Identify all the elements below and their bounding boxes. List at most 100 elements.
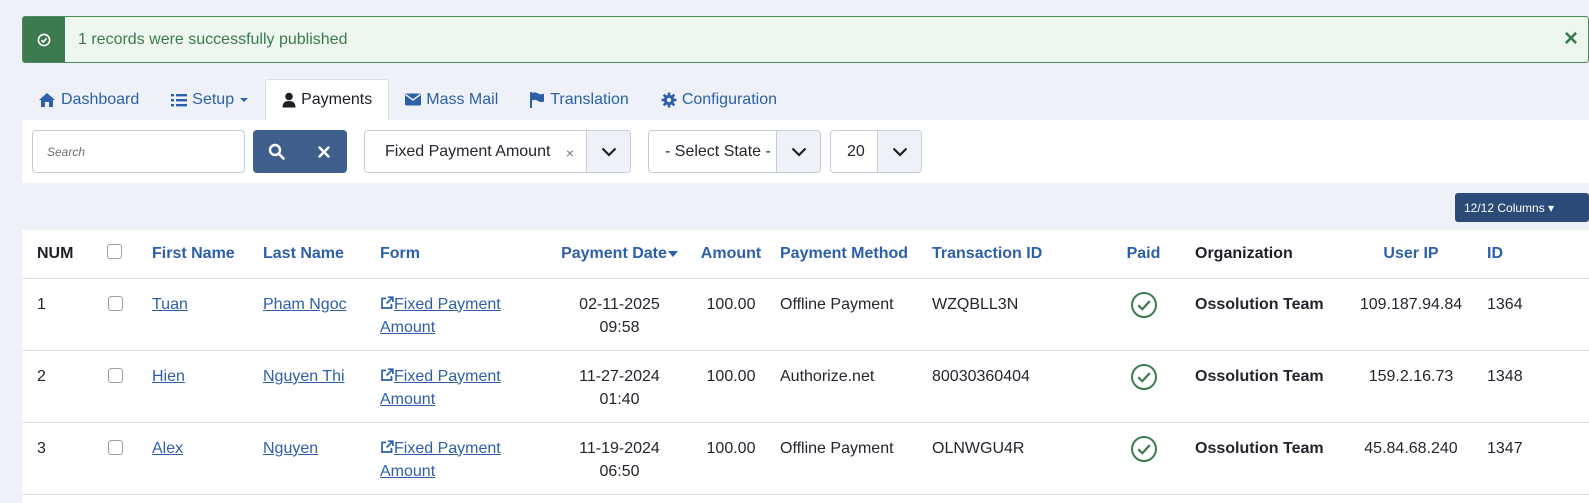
external-link-icon (381, 295, 394, 309)
form-link[interactable]: Fixed Payment Amount (380, 368, 501, 409)
envelope-icon (405, 93, 422, 106)
user-ip: 159.2.16.73 (1335, 350, 1487, 423)
first-name-link[interactable]: Tuan (152, 296, 188, 313)
first-name-link[interactable]: Alex (152, 440, 183, 457)
header-organization: Organization (1195, 230, 1335, 279)
header-user-ip[interactable]: User IP (1335, 230, 1487, 279)
payment-method: Authorize.net (780, 350, 932, 423)
payment-date: 11-27-2024 01:40 (557, 350, 682, 423)
table-header-row: NUM First Name Last Name Form Payment Da… (22, 230, 1589, 279)
transaction-id: 80030360404 (932, 350, 1092, 423)
chevron-down-icon (776, 131, 820, 172)
home-icon (39, 92, 55, 107)
filter-bar: Fixed Payment Amount × - Select State - … (22, 120, 1589, 183)
payment-date: 11-19-2024 06:50 (557, 422, 682, 495)
tab-translation[interactable]: Translation (514, 79, 645, 120)
organization: Ossolution Team (1195, 278, 1335, 351)
tab-payments[interactable]: Payments (265, 79, 390, 120)
transaction-id: OLNWGU4R (932, 422, 1092, 495)
amount: 100.00 (682, 350, 780, 423)
header-id[interactable]: ID (1487, 230, 1589, 279)
transaction-id: WZQBLL3N (932, 278, 1092, 351)
clear-search-button[interactable] (300, 130, 347, 173)
form-select[interactable]: Fixed Payment Amount × (364, 130, 631, 173)
check-circle-icon (1130, 291, 1157, 318)
close-icon (317, 145, 330, 158)
sort-desc-icon (667, 250, 678, 257)
payments-table: NUM First Name Last Name Form Payment Da… (22, 230, 1589, 503)
header-payment-method[interactable]: Payment Method (780, 230, 932, 279)
select-all-checkbox[interactable] (107, 243, 122, 259)
external-link-icon (381, 439, 394, 453)
header-num: NUM (37, 230, 104, 279)
record-id: 1348 (1487, 350, 1589, 423)
first-name-link[interactable]: Hien (152, 368, 185, 385)
alert-message: 1 records were successfully published (78, 30, 348, 48)
payment-method: Offline Payment (780, 422, 932, 495)
header-transaction-id[interactable]: Transaction ID (932, 230, 1092, 279)
form-link[interactable]: Fixed Payment Amount (380, 440, 501, 481)
row-checkbox[interactable] (108, 367, 123, 383)
state-select[interactable]: - Select State - (648, 130, 821, 173)
organization: Ossolution Team (1195, 350, 1335, 423)
form-link[interactable]: Fixed Payment Amount (380, 296, 501, 337)
check-circle-icon (23, 17, 65, 62)
check-circle-icon (1130, 363, 1157, 390)
row-checkbox[interactable] (108, 439, 123, 455)
search-button[interactable] (253, 130, 300, 173)
tab-setup[interactable]: Setup (155, 79, 265, 120)
nav-tabs: Dashboard Setup Payments Mass Mail Trans… (22, 79, 793, 120)
row-num: 3 (37, 422, 104, 495)
limit-select-value: 20 (847, 142, 865, 160)
table-row: 1 Tuan Pham Ngoc Fixed Payment Amount 02-… (22, 278, 1589, 351)
search-input[interactable] (32, 130, 245, 173)
user-icon (282, 92, 296, 108)
record-id: 1364 (1487, 278, 1589, 351)
organization: Ossolution Team (1195, 422, 1335, 495)
payment-method: Offline Payment (780, 278, 932, 351)
tab-label: Mass Mail (426, 90, 499, 108)
header-form[interactable]: Form (380, 230, 557, 279)
tab-label: Payments (301, 91, 373, 108)
last-name-link[interactable]: Nguyen Thi (263, 368, 345, 385)
state-select-value: - Select State - (665, 142, 771, 160)
tab-label: Translation (550, 90, 629, 108)
clear-form-filter-button[interactable]: × (566, 145, 574, 161)
paid-status[interactable] (1092, 422, 1195, 495)
header-last-name[interactable]: Last Name (263, 230, 380, 279)
tab-mass-mail[interactable]: Mass Mail (389, 79, 514, 120)
form-select-value: Fixed Payment Amount (385, 142, 551, 160)
record-id: 1347 (1487, 422, 1589, 495)
header-amount[interactable]: Amount (682, 230, 780, 279)
last-name-link[interactable]: Pham Ngoc (263, 296, 347, 313)
close-alert-button[interactable]: × (1564, 26, 1578, 52)
tab-label: Configuration (681, 90, 777, 108)
last-name-link[interactable]: Nguyen (263, 440, 318, 457)
table-row: 3 Alex Nguyen Fixed Payment Amount 11-19-… (22, 422, 1589, 495)
payment-date-label: Payment Date (561, 244, 667, 262)
user-ip: 45.84.68.240 (1335, 422, 1487, 495)
amount: 100.00 (682, 278, 780, 351)
tab-label: Dashboard (61, 90, 140, 108)
flag-icon (530, 91, 545, 108)
tab-dashboard[interactable]: Dashboard (22, 79, 155, 120)
payment-date: 02-11-2025 09:58 (557, 278, 682, 351)
limit-select[interactable]: 20 (830, 130, 922, 173)
header-first-name[interactable]: First Name (152, 230, 263, 279)
caret-down-icon (240, 97, 249, 102)
external-link-icon (381, 367, 394, 381)
user-ip: 109.187.94.84 (1335, 278, 1487, 351)
row-checkbox[interactable] (108, 295, 123, 311)
search-icon (268, 143, 285, 160)
header-select-all (104, 230, 152, 279)
paid-status[interactable] (1092, 350, 1195, 423)
gear-icon (661, 92, 677, 107)
paid-status[interactable] (1092, 278, 1195, 351)
chevron-down-icon (877, 131, 921, 172)
columns-toggle-button[interactable]: 12/12 Columns ▾ (1455, 193, 1589, 222)
list-icon (171, 93, 188, 106)
tab-configuration[interactable]: Configuration (645, 79, 793, 120)
header-payment-date[interactable]: Payment Date (557, 230, 682, 279)
amount: 100.00 (682, 422, 780, 495)
header-paid[interactable]: Paid (1092, 230, 1195, 279)
